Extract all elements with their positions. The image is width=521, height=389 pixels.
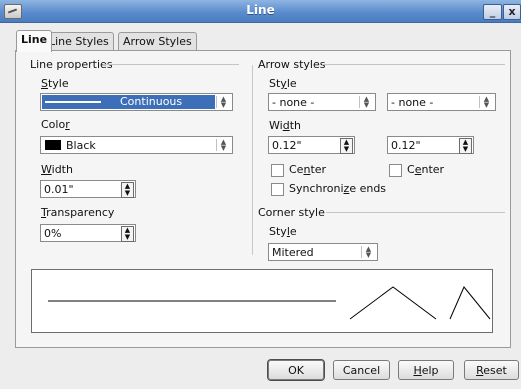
line-preview <box>31 269 493 333</box>
ok-button[interactable]: OK <box>268 360 324 380</box>
line-style-select[interactable]: Continuous ▲ ▼ <box>40 93 233 111</box>
end-arrow-value: - none - <box>391 96 434 109</box>
style-label: Style <box>41 77 69 90</box>
center-end-checkbox[interactable] <box>389 164 402 177</box>
line-width-field[interactable]: 0.01" ▲ ▼ <box>40 180 136 198</box>
tab-arrow-styles[interactable]: Arrow Styles <box>118 32 197 51</box>
corner-style-select[interactable]: Mitered ▲ ▼ <box>268 243 378 261</box>
spin-arrows-icon[interactable]: ▲ ▼ <box>121 182 134 198</box>
title-bar: Line _ x <box>0 0 521 23</box>
width-label: Width <box>41 163 73 176</box>
transparency-label: Transparency <box>41 206 115 219</box>
line-style-value: Continuous <box>120 95 183 108</box>
center-start-label: Center <box>289 163 327 176</box>
transparency-field[interactable]: 0% ▲ ▼ <box>40 224 136 242</box>
line-style-selection: Continuous <box>42 95 215 109</box>
chevron-updown-icon: ▲ ▼ <box>216 139 230 152</box>
tab-line[interactable]: Line <box>16 30 53 52</box>
center-end-label: Center <box>407 163 445 176</box>
line-style-preview-icon <box>45 101 101 103</box>
end-arrow-select[interactable]: - none - ▲ ▼ <box>387 93 496 111</box>
line-color-value: Black <box>66 139 96 152</box>
start-arrow-value: - none - <box>272 96 315 109</box>
close-button[interactable]: x <box>503 4 521 20</box>
corner-style-value: Mitered <box>272 246 314 259</box>
line-properties-title: Line properties <box>30 58 113 71</box>
corner-style-title: Corner style <box>258 206 325 219</box>
arrow-style-label: Style <box>269 77 297 90</box>
center-start-checkbox[interactable] <box>271 164 284 177</box>
color-swatch <box>45 140 61 150</box>
window-title: Line <box>246 3 275 17</box>
minimize-button[interactable]: _ <box>483 4 502 20</box>
spin-arrows-icon[interactable]: ▲ ▼ <box>121 226 134 242</box>
section-divider <box>322 64 505 65</box>
synchronize-ends-checkbox[interactable] <box>271 183 284 196</box>
section-divider <box>103 64 239 65</box>
column-separator <box>252 65 253 255</box>
spin-arrows-icon[interactable]: ▲ ▼ <box>340 138 353 154</box>
help-button[interactable]: Help <box>398 360 454 380</box>
corner-style-label: Style <box>269 225 297 238</box>
arrow-width-label: Width <box>269 119 301 132</box>
end-arrow-width-value: 0.12" <box>391 139 421 152</box>
reset-button[interactable]: Reset <box>464 360 519 380</box>
synchronize-ends-label: Synchronize ends <box>289 182 387 195</box>
start-arrow-width-value: 0.12" <box>272 139 302 152</box>
color-label: Color <box>41 118 70 131</box>
chevron-updown-icon: ▲ ▼ <box>216 96 230 109</box>
line-width-value: 0.01" <box>44 183 74 196</box>
arrow-styles-title: Arrow styles <box>258 58 326 71</box>
line-color-select[interactable]: Black ▲ ▼ <box>40 136 233 154</box>
preview-corner-narrow <box>449 286 491 320</box>
start-arrow-width-field[interactable]: 0.12" ▲ ▼ <box>268 136 355 154</box>
tab-line-styles[interactable]: Line Styles <box>44 32 114 51</box>
spin-arrows-icon[interactable]: ▲ ▼ <box>459 138 472 154</box>
cancel-button[interactable]: Cancel <box>333 360 390 380</box>
end-arrow-width-field[interactable]: 0.12" ▲ ▼ <box>387 136 474 154</box>
transparency-value: 0% <box>44 227 62 240</box>
chevron-updown-icon: ▲ ▼ <box>479 96 493 109</box>
chevron-updown-icon: ▲ ▼ <box>361 246 375 259</box>
preview-corner-wide <box>349 286 437 320</box>
start-arrow-select[interactable]: - none - ▲ ▼ <box>268 93 376 111</box>
section-divider <box>326 212 505 213</box>
chevron-updown-icon: ▲ ▼ <box>359 96 373 109</box>
preview-drawing <box>48 286 491 320</box>
